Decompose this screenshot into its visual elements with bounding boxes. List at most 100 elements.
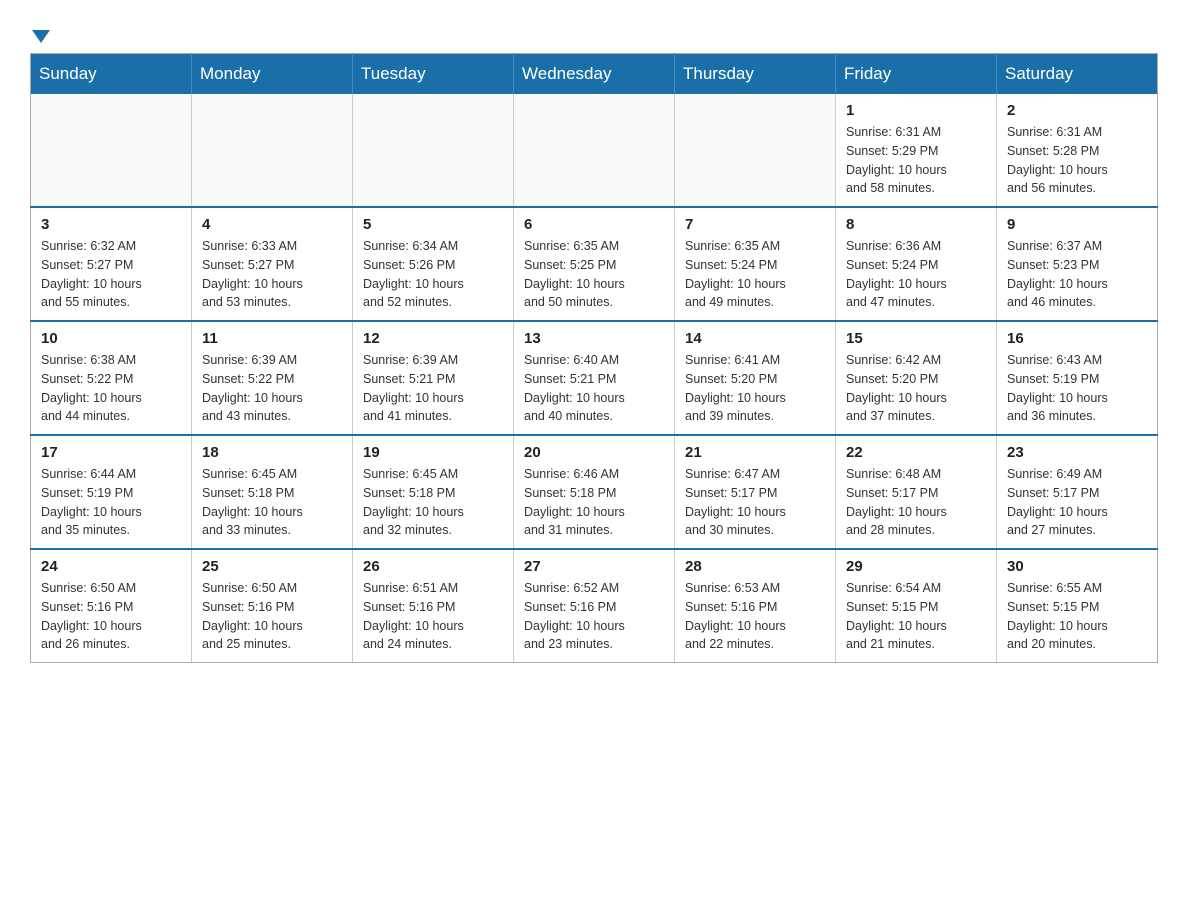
calendar-cell: 29 Sunrise: 6:54 AM Sunset: 5:15 PM Dayli… [836,549,997,663]
day-info: Sunrise: 6:39 AM Sunset: 5:22 PM Dayligh… [202,351,342,426]
day-info: Sunrise: 6:50 AM Sunset: 5:16 PM Dayligh… [41,579,181,654]
day-number: 6 [524,216,664,233]
calendar-cell [675,94,836,207]
calendar-cell: 4 Sunrise: 6:33 AM Sunset: 5:27 PM Daylig… [192,207,353,321]
day-info: Sunrise: 6:48 AM Sunset: 5:17 PM Dayligh… [846,465,986,540]
day-number: 8 [846,216,986,233]
day-number: 7 [685,216,825,233]
day-info: Sunrise: 6:39 AM Sunset: 5:21 PM Dayligh… [363,351,503,426]
day-number: 24 [41,558,181,575]
day-number: 4 [202,216,342,233]
calendar-cell: 23 Sunrise: 6:49 AM Sunset: 5:17 PM Dayli… [997,435,1158,549]
day-info: Sunrise: 6:31 AM Sunset: 5:28 PM Dayligh… [1007,123,1147,198]
logo [30,20,52,43]
day-number: 10 [41,330,181,347]
day-info: Sunrise: 6:34 AM Sunset: 5:26 PM Dayligh… [363,237,503,312]
day-number: 16 [1007,330,1147,347]
calendar-cell: 28 Sunrise: 6:53 AM Sunset: 5:16 PM Dayli… [675,549,836,663]
day-number: 21 [685,444,825,461]
day-number: 14 [685,330,825,347]
calendar-cell: 11 Sunrise: 6:39 AM Sunset: 5:22 PM Dayli… [192,321,353,435]
calendar-cell [353,94,514,207]
week-row-3: 10 Sunrise: 6:38 AM Sunset: 5:22 PM Dayli… [31,321,1158,435]
calendar-table: SundayMondayTuesdayWednesdayThursdayFrid… [30,53,1158,663]
calendar-cell: 17 Sunrise: 6:44 AM Sunset: 5:19 PM Dayli… [31,435,192,549]
logo-arrow-icon [32,30,50,43]
day-number: 1 [846,102,986,119]
day-info: Sunrise: 6:46 AM Sunset: 5:18 PM Dayligh… [524,465,664,540]
calendar-cell: 8 Sunrise: 6:36 AM Sunset: 5:24 PM Daylig… [836,207,997,321]
calendar-cell [192,94,353,207]
calendar-cell: 9 Sunrise: 6:37 AM Sunset: 5:23 PM Daylig… [997,207,1158,321]
calendar-cell: 12 Sunrise: 6:39 AM Sunset: 5:21 PM Dayli… [353,321,514,435]
day-number: 9 [1007,216,1147,233]
day-number: 20 [524,444,664,461]
calendar-cell: 21 Sunrise: 6:47 AM Sunset: 5:17 PM Dayli… [675,435,836,549]
calendar-cell: 24 Sunrise: 6:50 AM Sunset: 5:16 PM Dayli… [31,549,192,663]
day-info: Sunrise: 6:38 AM Sunset: 5:22 PM Dayligh… [41,351,181,426]
weekday-header-tuesday: Tuesday [353,54,514,95]
day-number: 13 [524,330,664,347]
day-info: Sunrise: 6:53 AM Sunset: 5:16 PM Dayligh… [685,579,825,654]
day-info: Sunrise: 6:45 AM Sunset: 5:18 PM Dayligh… [202,465,342,540]
calendar-cell [514,94,675,207]
weekday-header-row: SundayMondayTuesdayWednesdayThursdayFrid… [31,54,1158,95]
day-number: 19 [363,444,503,461]
calendar-cell: 6 Sunrise: 6:35 AM Sunset: 5:25 PM Daylig… [514,207,675,321]
weekday-header-thursday: Thursday [675,54,836,95]
calendar-cell: 18 Sunrise: 6:45 AM Sunset: 5:18 PM Dayli… [192,435,353,549]
day-info: Sunrise: 6:49 AM Sunset: 5:17 PM Dayligh… [1007,465,1147,540]
calendar-cell: 25Sunrise: 6:50 AM Sunset: 5:16 PM Dayli… [192,549,353,663]
day-info: Sunrise: 6:35 AM Sunset: 5:25 PM Dayligh… [524,237,664,312]
day-info: Sunrise: 6:52 AM Sunset: 5:16 PM Dayligh… [524,579,664,654]
day-number: 27 [524,558,664,575]
calendar-cell: 10 Sunrise: 6:38 AM Sunset: 5:22 PM Dayli… [31,321,192,435]
day-number: 22 [846,444,986,461]
calendar-cell: 7 Sunrise: 6:35 AM Sunset: 5:24 PM Daylig… [675,207,836,321]
day-info: Sunrise: 6:47 AM Sunset: 5:17 PM Dayligh… [685,465,825,540]
calendar-cell [31,94,192,207]
calendar-cell: 27 Sunrise: 6:52 AM Sunset: 5:16 PM Dayli… [514,549,675,663]
calendar-cell: 20 Sunrise: 6:46 AM Sunset: 5:18 PM Dayli… [514,435,675,549]
week-row-4: 17 Sunrise: 6:44 AM Sunset: 5:19 PM Dayli… [31,435,1158,549]
calendar-cell: 22 Sunrise: 6:48 AM Sunset: 5:17 PM Dayli… [836,435,997,549]
day-info: Sunrise: 6:45 AM Sunset: 5:18 PM Dayligh… [363,465,503,540]
day-info: Sunrise: 6:40 AM Sunset: 5:21 PM Dayligh… [524,351,664,426]
day-number: 11 [202,330,342,347]
day-info: Sunrise: 6:44 AM Sunset: 5:19 PM Dayligh… [41,465,181,540]
calendar-cell: 1Sunrise: 6:31 AM Sunset: 5:29 PM Daylig… [836,94,997,207]
day-number: 28 [685,558,825,575]
day-number: 30 [1007,558,1147,575]
day-info: Sunrise: 6:41 AM Sunset: 5:20 PM Dayligh… [685,351,825,426]
calendar-cell: 3Sunrise: 6:32 AM Sunset: 5:27 PM Daylig… [31,207,192,321]
calendar-cell: 13 Sunrise: 6:40 AM Sunset: 5:21 PM Dayli… [514,321,675,435]
day-info: Sunrise: 6:51 AM Sunset: 5:16 PM Dayligh… [363,579,503,654]
day-info: Sunrise: 6:54 AM Sunset: 5:15 PM Dayligh… [846,579,986,654]
calendar-cell: 19 Sunrise: 6:45 AM Sunset: 5:18 PM Dayli… [353,435,514,549]
calendar-cell: 5 Sunrise: 6:34 AM Sunset: 5:26 PM Daylig… [353,207,514,321]
day-number: 5 [363,216,503,233]
calendar-cell: 30 Sunrise: 6:55 AM Sunset: 5:15 PM Dayli… [997,549,1158,663]
day-info: Sunrise: 6:36 AM Sunset: 5:24 PM Dayligh… [846,237,986,312]
weekday-header-monday: Monday [192,54,353,95]
calendar-cell: 26Sunrise: 6:51 AM Sunset: 5:16 PM Dayli… [353,549,514,663]
day-number: 12 [363,330,503,347]
week-row-2: 3Sunrise: 6:32 AM Sunset: 5:27 PM Daylig… [31,207,1158,321]
day-number: 17 [41,444,181,461]
weekday-header-friday: Friday [836,54,997,95]
day-number: 18 [202,444,342,461]
day-info: Sunrise: 6:50 AM Sunset: 5:16 PM Dayligh… [202,579,342,654]
day-info: Sunrise: 6:42 AM Sunset: 5:20 PM Dayligh… [846,351,986,426]
day-number: 29 [846,558,986,575]
day-number: 2 [1007,102,1147,119]
day-info: Sunrise: 6:55 AM Sunset: 5:15 PM Dayligh… [1007,579,1147,654]
calendar-cell: 16Sunrise: 6:43 AM Sunset: 5:19 PM Dayli… [997,321,1158,435]
day-info: Sunrise: 6:33 AM Sunset: 5:27 PM Dayligh… [202,237,342,312]
calendar-cell: 15Sunrise: 6:42 AM Sunset: 5:20 PM Dayli… [836,321,997,435]
weekday-header-saturday: Saturday [997,54,1158,95]
page-header [30,20,1158,43]
day-info: Sunrise: 6:35 AM Sunset: 5:24 PM Dayligh… [685,237,825,312]
day-number: 23 [1007,444,1147,461]
week-row-5: 24 Sunrise: 6:50 AM Sunset: 5:16 PM Dayli… [31,549,1158,663]
day-info: Sunrise: 6:37 AM Sunset: 5:23 PM Dayligh… [1007,237,1147,312]
